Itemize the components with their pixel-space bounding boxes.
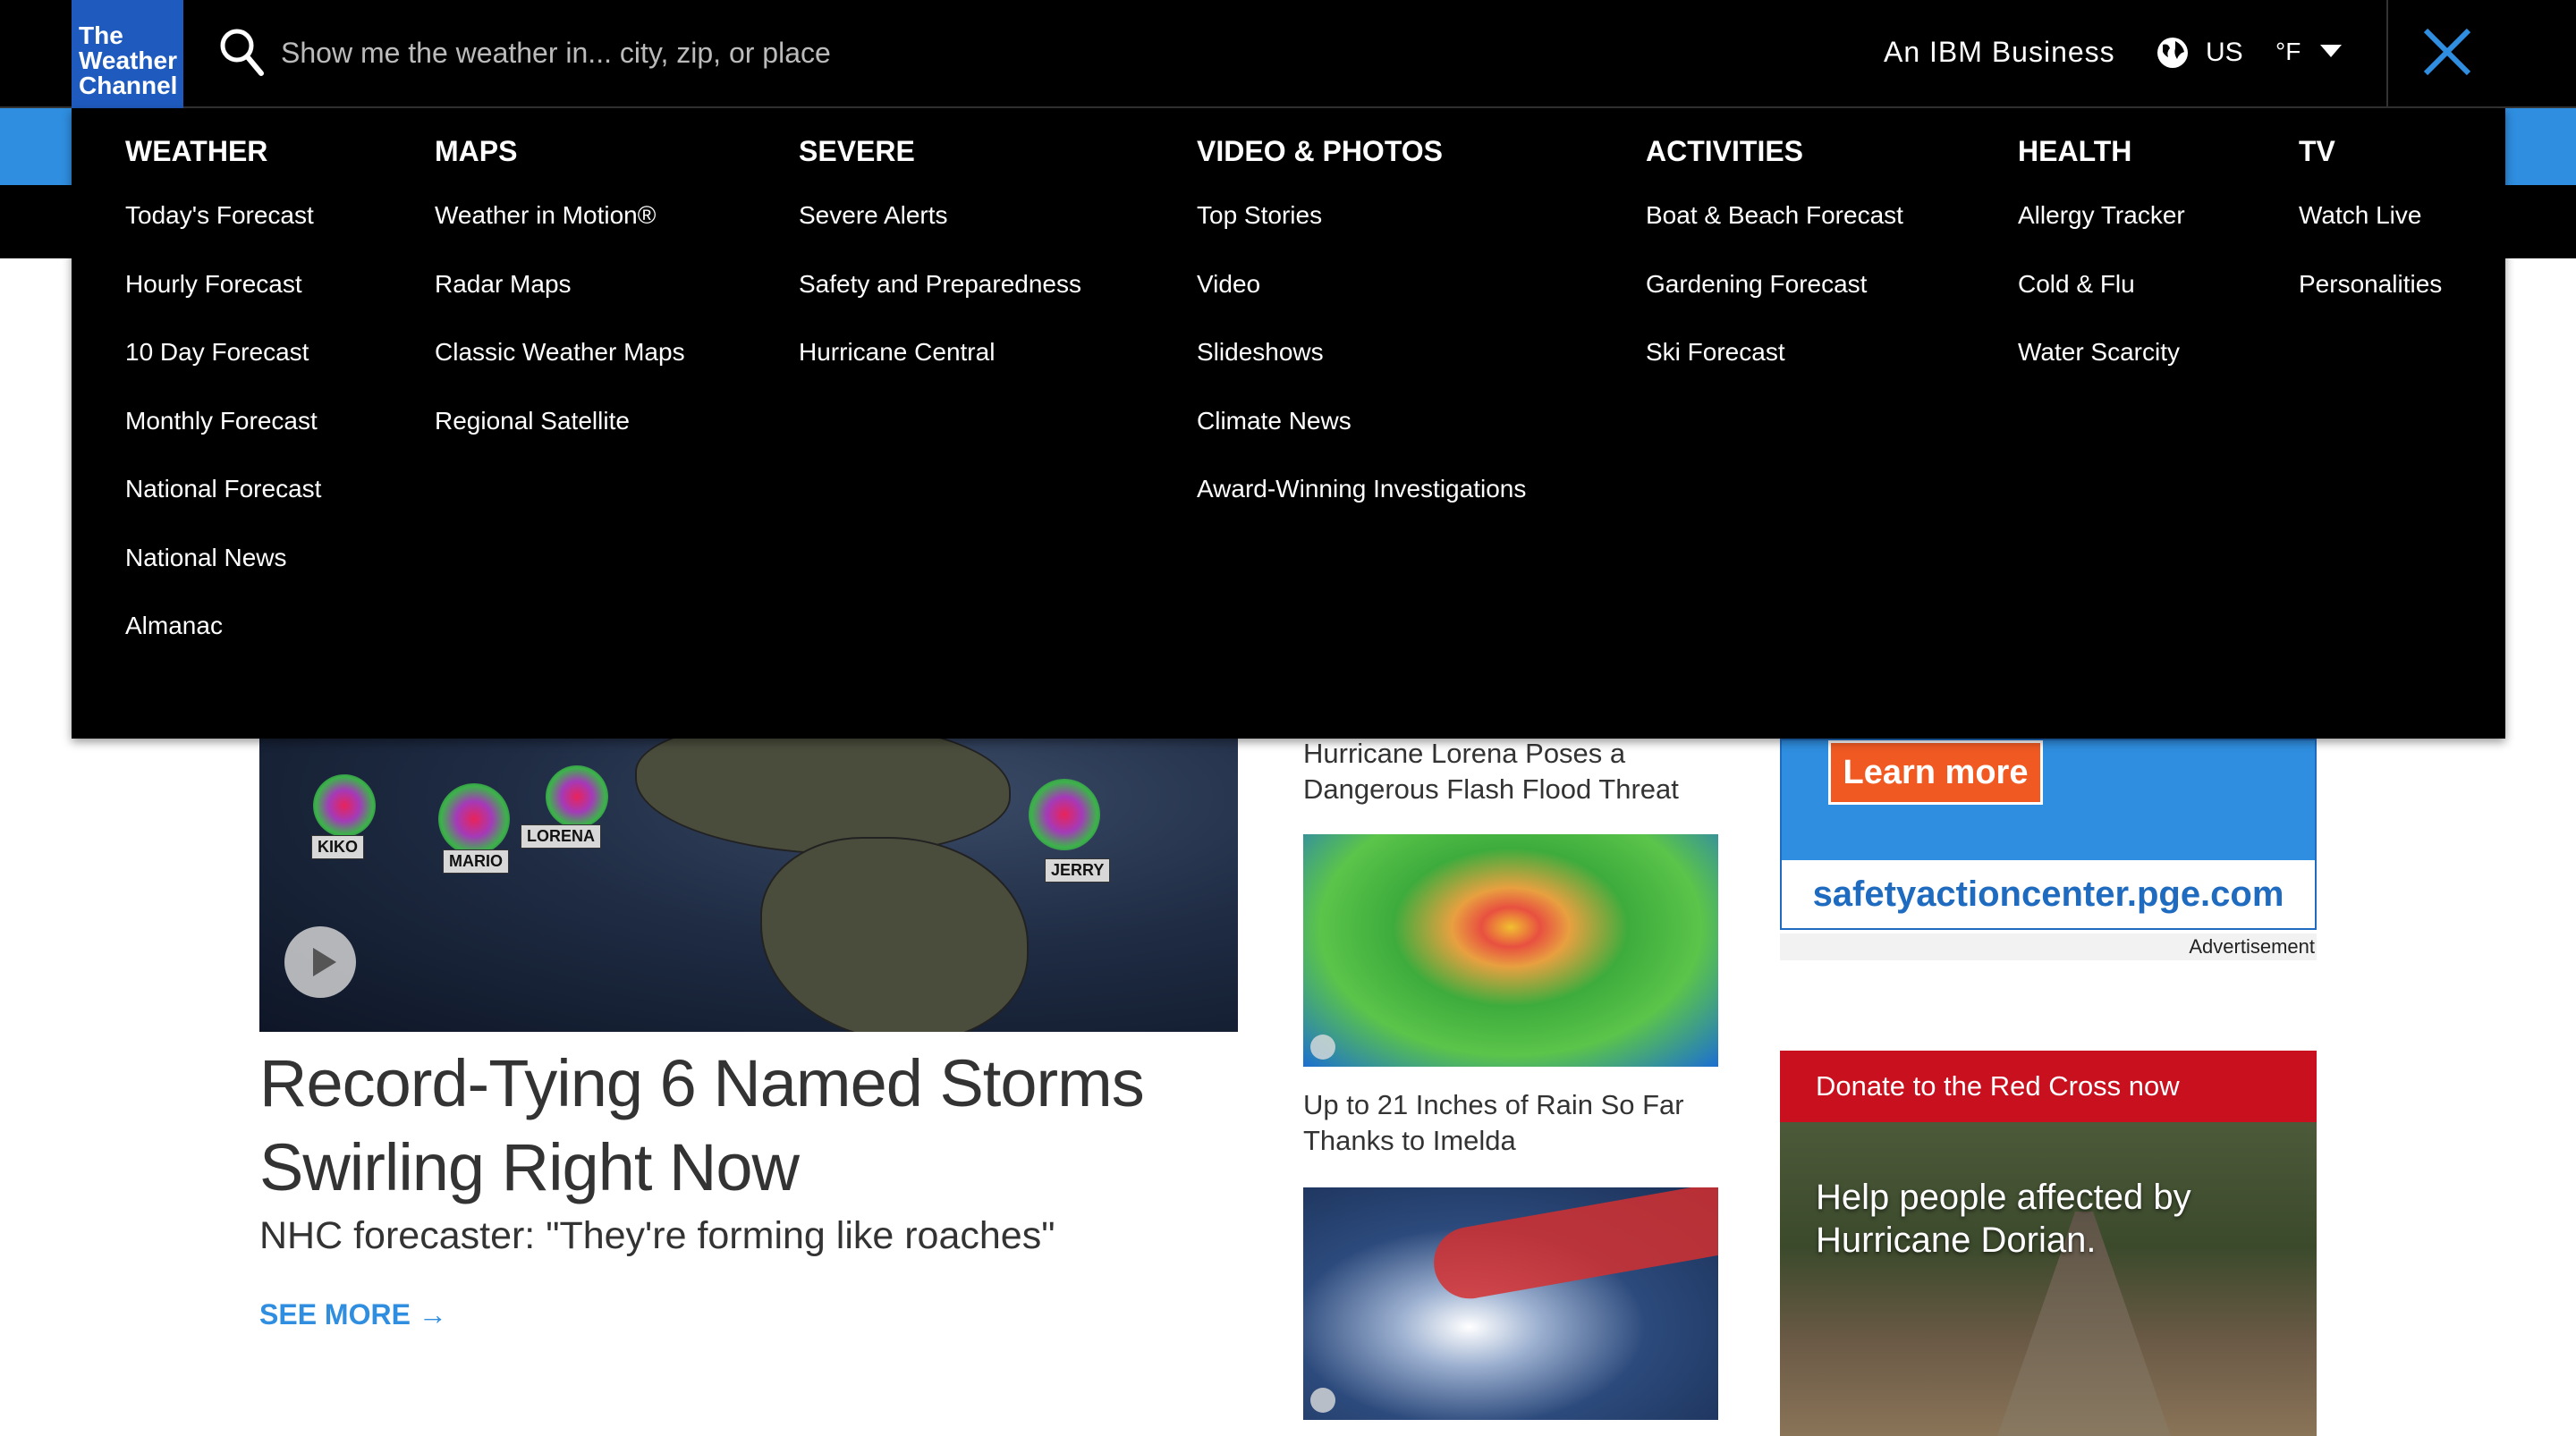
storm-label-mario: MARIO xyxy=(443,849,509,874)
play-icon xyxy=(1310,1388,1335,1413)
menu-link[interactable]: Severe Alerts xyxy=(799,199,1081,268)
donate-image[interactable]: Help people affected by Hurricane Dorian… xyxy=(1780,1122,2317,1436)
menu-link[interactable]: Monthly Forecast xyxy=(125,405,321,474)
learn-more-button[interactable]: Learn more xyxy=(1828,740,2043,805)
logo-line: The xyxy=(79,21,123,49)
menu-link[interactable]: Ski Forecast xyxy=(1646,336,1903,405)
close-icon[interactable] xyxy=(2422,27,2472,77)
menu-link[interactable]: Allergy Tracker xyxy=(2018,199,2185,268)
play-icon[interactable] xyxy=(284,926,356,998)
menu-link[interactable]: Slideshows xyxy=(1197,336,1526,405)
hero-subtitle: NHC forecaster: "They're forming like ro… xyxy=(259,1214,1055,1257)
story-thumbnail[interactable] xyxy=(1303,834,1718,1067)
menu-heading[interactable]: HEALTH xyxy=(2018,135,2185,180)
menu-link[interactable]: Today's Forecast xyxy=(125,199,321,268)
logo-line: Channel xyxy=(79,72,178,99)
menu-column-weather: WEATHER Today's Forecast Hourly Forecast… xyxy=(125,135,321,679)
menu-column-tv: TV Watch Live Personalities xyxy=(2299,135,2442,336)
storm-label-kiko: KIKO xyxy=(311,835,364,859)
menu-column-maps: MAPS Weather in Motion® Radar Maps Class… xyxy=(435,135,685,473)
menu-heading[interactable]: ACTIVITIES xyxy=(1646,135,1903,180)
ibm-business-label: An IBM Business xyxy=(1884,36,2115,68)
globe-icon[interactable] xyxy=(2156,36,2190,70)
menu-column-activities: ACTIVITIES Boat & Beach Forecast Gardeni… xyxy=(1646,135,1903,405)
donate-header[interactable]: Donate to the Red Cross now xyxy=(1780,1051,2317,1122)
chevron-down-icon[interactable] xyxy=(2320,45,2342,57)
blue-band-right xyxy=(2504,108,2576,185)
hero-video-thumbnail[interactable]: KIKO MARIO LORENA JERRY xyxy=(259,739,1238,1032)
see-more-link[interactable]: SEE MORE → xyxy=(259,1298,447,1331)
storm-cloud xyxy=(1029,779,1100,850)
menu-link[interactable]: Hurricane Central xyxy=(799,336,1081,405)
menu-link[interactable]: Hourly Forecast xyxy=(125,268,321,337)
menu-link[interactable]: Boat & Beach Forecast xyxy=(1646,199,1903,268)
blue-band-left xyxy=(0,108,72,185)
hero-headline[interactable]: Record-Tying 6 Named Storms Swirling Rig… xyxy=(259,1042,1243,1210)
advertisement-label: Advertisement xyxy=(1780,933,2317,960)
menu-link[interactable]: Water Scarcity xyxy=(2018,336,2185,405)
menu-link[interactable]: Classic Weather Maps xyxy=(435,336,685,405)
menu-column-health: HEALTH Allergy Tracker Cold & Flu Water … xyxy=(2018,135,2185,405)
unit-selector[interactable]: °F xyxy=(2275,38,2301,66)
search-input[interactable] xyxy=(281,29,1086,77)
ad-url[interactable]: safetyactioncenter.pge.com xyxy=(1782,874,2315,915)
ad-illustration: Learn more xyxy=(1782,740,2315,860)
land-mass xyxy=(760,837,1029,1032)
menu-link[interactable]: 10 Day Forecast xyxy=(125,336,321,405)
storm-label-lorena: LORENA xyxy=(521,824,601,849)
story-thumbnail[interactable] xyxy=(1303,1187,1718,1420)
donate-text: Help people affected by Hurricane Dorian… xyxy=(1816,1178,2191,1260)
mega-menu: WEATHER Today's Forecast Hourly Forecast… xyxy=(72,108,2505,739)
menu-heading[interactable]: TV xyxy=(2299,135,2442,180)
menu-link[interactable]: Cold & Flu xyxy=(2018,268,2185,337)
menu-link[interactable]: Regional Satellite xyxy=(435,405,685,474)
menu-link[interactable]: Gardening Forecast xyxy=(1646,268,1903,337)
logo-line: Weather xyxy=(79,46,177,74)
storm-track xyxy=(1428,1187,1718,1305)
menu-link[interactable]: Radar Maps xyxy=(435,268,685,337)
menu-heading[interactable]: MAPS xyxy=(435,135,685,180)
storm-cloud xyxy=(546,765,608,828)
storm-label-jerry: JERRY xyxy=(1045,858,1111,883)
weather-channel-logo[interactable]: The Weather Channel xyxy=(72,0,183,108)
search-icon[interactable] xyxy=(218,27,265,77)
story-headline[interactable]: Hurricane Lorena Poses a Dangerous Flash… xyxy=(1303,736,1733,807)
menu-link[interactable]: Climate News xyxy=(1197,405,1526,474)
menu-link[interactable]: Safety and Preparedness xyxy=(799,268,1081,337)
header-divider xyxy=(2386,0,2388,108)
site-header: The Weather Channel An IBM Business US °… xyxy=(0,0,2576,108)
menu-link[interactable]: Weather in Motion® xyxy=(435,199,685,268)
menu-link[interactable]: Almanac xyxy=(125,610,321,679)
story-headline[interactable]: Up to 21 Inches of Rain So Far Thanks to… xyxy=(1303,1087,1733,1159)
menu-link[interactable]: National Forecast xyxy=(125,473,321,542)
country-selector[interactable]: US xyxy=(2206,38,2243,68)
menu-link[interactable]: National News xyxy=(125,542,321,611)
menu-heading[interactable]: WEATHER xyxy=(125,135,321,180)
menu-link[interactable]: Video xyxy=(1197,268,1526,337)
menu-link[interactable]: Top Stories xyxy=(1197,199,1526,268)
play-icon xyxy=(1310,1035,1335,1060)
storm-cloud xyxy=(313,774,376,837)
menu-column-severe: SEVERE Severe Alerts Safety and Prepared… xyxy=(799,135,1081,405)
advertisement-banner[interactable]: Learn more safetyactioncenter.pge.com xyxy=(1780,739,2317,930)
menu-column-video-photos: VIDEO & PHOTOS Top Stories Video Slidesh… xyxy=(1197,135,1526,542)
menu-link[interactable]: Watch Live xyxy=(2299,199,2442,268)
menu-link[interactable]: Award-Winning Investigations xyxy=(1197,473,1526,542)
menu-link[interactable]: Personalities xyxy=(2299,268,2442,337)
land-mass xyxy=(635,739,1011,855)
storm-cloud xyxy=(438,783,510,855)
menu-heading[interactable]: VIDEO & PHOTOS xyxy=(1197,135,1526,180)
menu-heading[interactable]: SEVERE xyxy=(799,135,1081,180)
